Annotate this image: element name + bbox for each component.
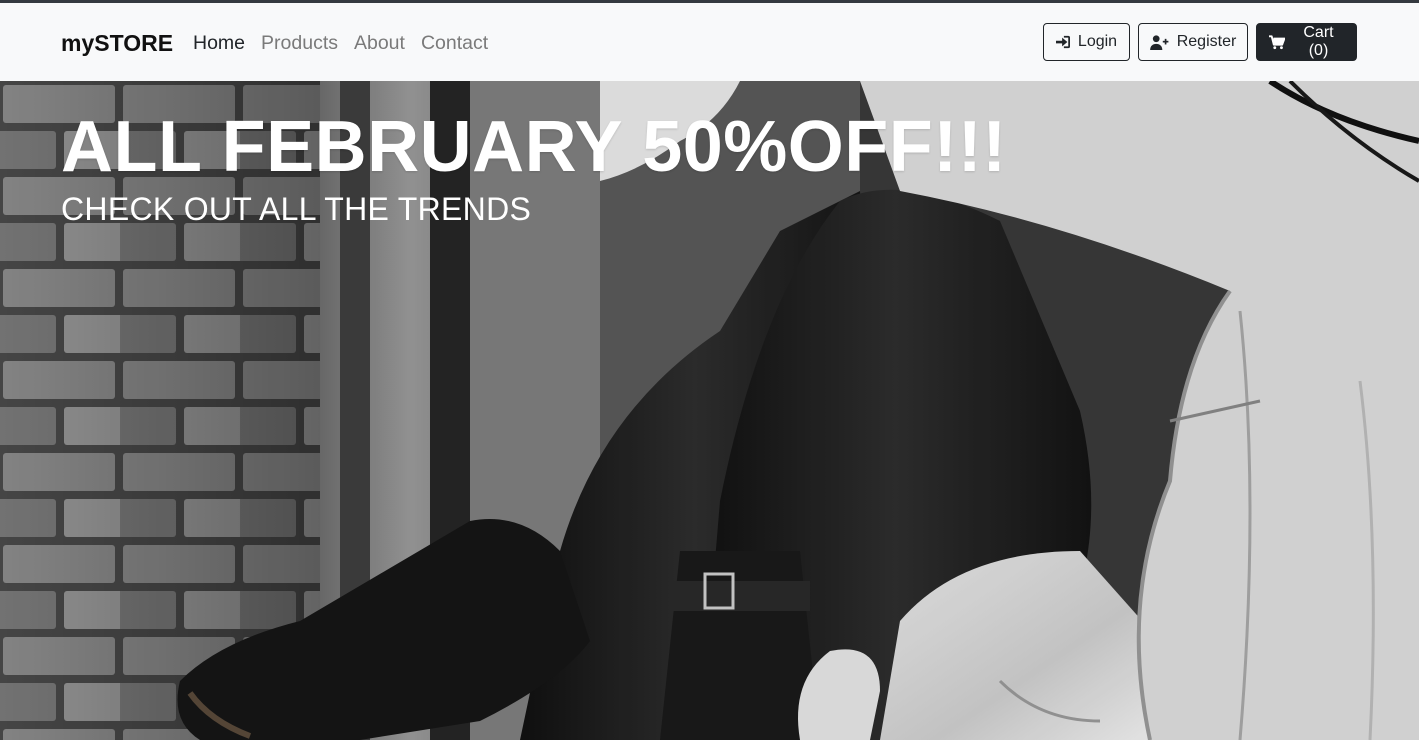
- nav-link-products[interactable]: Products: [261, 29, 338, 57]
- nav-links: Home Products About Contact: [193, 29, 488, 57]
- user-plus-icon: [1149, 34, 1169, 50]
- nav-link-contact[interactable]: Contact: [421, 29, 488, 57]
- nav-link-about[interactable]: About: [354, 29, 405, 57]
- register-button[interactable]: Register: [1138, 23, 1248, 61]
- cart-label: Cart (0): [1303, 24, 1334, 59]
- navbar: mySTORE Home Products About Contact Logi…: [0, 3, 1419, 81]
- cart-button[interactable]: Cart (0): [1256, 23, 1357, 61]
- sign-in-icon: [1055, 35, 1070, 49]
- cart-icon: [1269, 34, 1285, 50]
- brand-logo[interactable]: mySTORE: [61, 28, 173, 58]
- hero-title: ALL FEBRUARY 50%OFF!!!: [61, 107, 1007, 187]
- nav-link-home[interactable]: Home: [193, 29, 245, 57]
- hero-subtitle: CHECK OUT ALL THE TRENDS: [61, 191, 532, 227]
- login-button[interactable]: Login: [1043, 23, 1130, 61]
- register-label: Register: [1176, 33, 1237, 50]
- login-label: Login: [1077, 33, 1118, 50]
- hero-banner: ALL FEBRUARY 50%OFF!!! CHECK OUT ALL THE…: [0, 81, 1419, 740]
